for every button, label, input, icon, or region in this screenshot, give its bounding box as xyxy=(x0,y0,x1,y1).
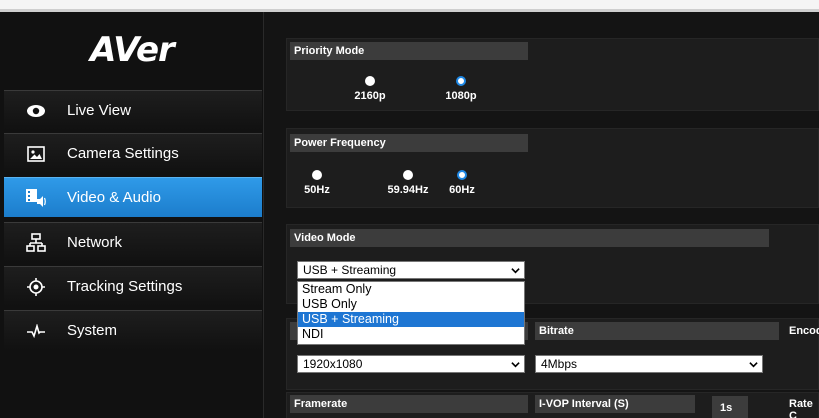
brand-logo: AVer xyxy=(0,12,264,88)
radio-label: 1080p xyxy=(445,90,477,102)
nav-item-live-view[interactable]: Live View xyxy=(4,90,262,130)
sidebar: AVer Live View Camera Settings Video & A… xyxy=(0,12,264,418)
chevron-down-icon xyxy=(511,268,520,274)
radio-50hz[interactable]: 50Hz xyxy=(297,170,337,196)
radio-button[interactable] xyxy=(403,170,413,180)
nav-item-network[interactable]: Network xyxy=(4,222,262,262)
network-icon xyxy=(25,232,47,254)
bitrate-title: Bitrate xyxy=(535,322,779,340)
video-mode-value: USB + Streaming xyxy=(303,263,397,277)
nav-item-camera-settings[interactable]: Camera Settings xyxy=(4,133,262,173)
top-bar xyxy=(0,0,819,12)
radio-button-selected[interactable] xyxy=(456,76,466,86)
eye-icon xyxy=(25,100,47,122)
pulse-icon xyxy=(25,320,47,342)
rate-control-title: Rate C xyxy=(789,398,813,418)
video-mode-select[interactable]: USB + Streaming xyxy=(297,261,525,279)
ivop-value[interactable]: 1s xyxy=(712,396,748,418)
radio-button-selected[interactable] xyxy=(457,170,467,180)
nav-label-system: System xyxy=(67,322,118,339)
nav-label-tracking-settings: Tracking Settings xyxy=(67,278,183,295)
video-audio-icon xyxy=(25,187,47,209)
radio-label: 60Hz xyxy=(449,184,475,196)
resolution-value: 1920x1080 xyxy=(303,357,363,371)
ivop-title: I-VOP Interval (S) xyxy=(535,395,695,413)
option-ndi[interactable]: NDI xyxy=(298,327,524,342)
nav-label-live-view: Live View xyxy=(67,102,131,119)
radio-button[interactable] xyxy=(365,76,375,86)
option-usb-only[interactable]: USB Only xyxy=(298,297,524,312)
nav-label-video-audio: Video & Audio xyxy=(67,189,161,206)
nav-item-tracking-settings[interactable]: Tracking Settings xyxy=(4,266,262,306)
nav-label-camera-settings: Camera Settings xyxy=(67,145,179,162)
target-icon xyxy=(25,276,47,298)
nav-label-network: Network xyxy=(67,234,123,251)
radio-button[interactable] xyxy=(312,170,322,180)
bitrate-select[interactable]: 4Mbps xyxy=(535,355,763,373)
radio-label: 2160p xyxy=(354,90,386,102)
radio-1080p[interactable]: 1080p xyxy=(438,76,484,102)
logo-text: AVer xyxy=(90,30,175,70)
video-mode-title: Video Mode xyxy=(290,229,769,247)
nav-item-video-audio[interactable]: Video & Audio xyxy=(4,177,262,217)
nav-item-system[interactable]: System xyxy=(4,310,262,350)
resolution-select[interactable]: 1920x1080 xyxy=(297,355,525,373)
radio-label: 59.94Hz xyxy=(387,184,429,196)
video-mode-dropdown: Stream Only USB Only USB + Streaming NDI xyxy=(297,281,525,345)
option-usb-streaming[interactable]: USB + Streaming xyxy=(298,312,524,327)
option-stream-only[interactable]: Stream Only xyxy=(298,282,524,297)
priority-mode-title: Priority Mode xyxy=(290,42,528,60)
chevron-down-icon xyxy=(511,362,520,368)
radio-59-94hz[interactable]: 59.94Hz xyxy=(385,170,431,196)
radio-label: 50Hz xyxy=(304,184,330,196)
encoding-title: Encod xyxy=(789,325,819,337)
image-icon xyxy=(25,143,47,165)
power-frequency-title: Power Frequency xyxy=(290,134,528,152)
bitrate-value: 4Mbps xyxy=(541,357,578,371)
framerate-title: Framerate xyxy=(290,395,528,413)
radio-2160p[interactable]: 2160p xyxy=(347,76,393,102)
chevron-down-icon xyxy=(749,362,758,368)
radio-60hz[interactable]: 60Hz xyxy=(444,170,480,196)
